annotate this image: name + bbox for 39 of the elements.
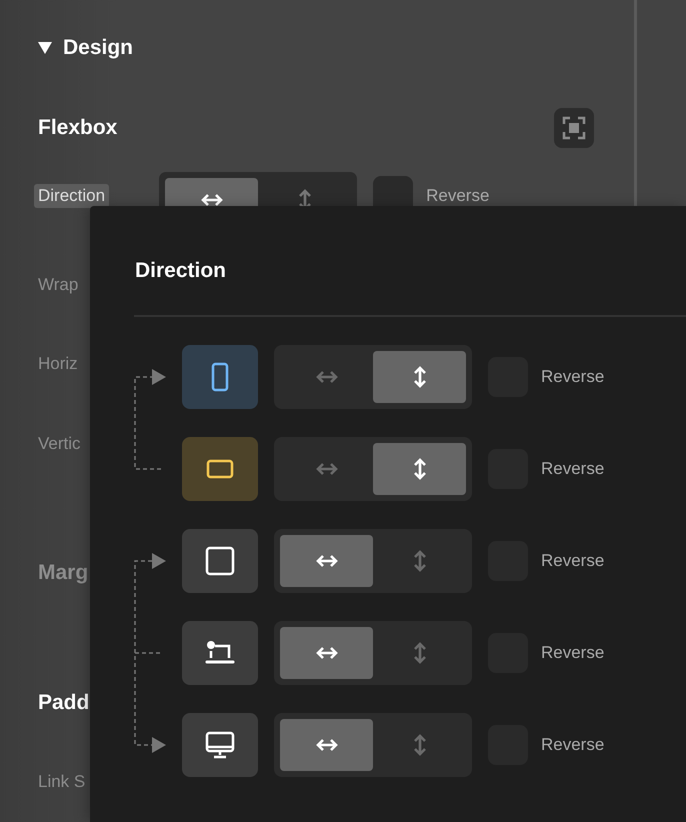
flexbox-heading: Flexbox — [38, 116, 118, 140]
monitor-icon — [204, 729, 236, 761]
horizontal-arrow-icon — [316, 370, 338, 384]
device-button[interactable] — [182, 621, 258, 685]
reverse-label: Reverse — [541, 643, 604, 663]
horizontal-arrow-icon — [316, 462, 338, 476]
square-icon — [204, 545, 236, 577]
group-heading: Marg — [38, 561, 88, 586]
vertical-arrow-icon — [412, 366, 426, 388]
direction-label: Direction — [34, 184, 110, 208]
device-button[interactable] — [182, 345, 258, 409]
field-label: Link S — [38, 772, 86, 792]
focus-frame-icon — [562, 116, 586, 140]
horizontal-arrow-icon — [316, 646, 338, 660]
horizontal-arrow-icon — [316, 554, 338, 568]
collapse-triangle-icon[interactable] — [38, 42, 52, 54]
group-heading: Padd — [38, 690, 90, 715]
section-title: Design — [63, 36, 134, 60]
field-label: Wrap — [38, 274, 78, 295]
field-label: Vertic — [38, 434, 81, 454]
expand-button[interactable] — [554, 108, 594, 148]
field-label: Horiz — [38, 354, 78, 374]
reverse-label: Reverse — [541, 735, 604, 755]
reverse-label: Reverse — [541, 459, 604, 479]
vertical-arrow-icon — [412, 550, 426, 572]
reverse-label: Reverse — [426, 186, 490, 206]
vertical-segment[interactable] — [373, 351, 466, 403]
horizontal-arrow-icon — [316, 738, 338, 752]
vertical-arrow-icon — [412, 734, 426, 756]
device-button[interactable] — [182, 437, 258, 501]
vertical-segment[interactable] — [373, 443, 466, 495]
vertical-arrow-icon — [412, 642, 426, 664]
horizontal-arrow-icon — [200, 192, 223, 207]
vertical-arrow-icon — [412, 458, 426, 480]
reverse-label: Reverse — [541, 367, 604, 387]
device-button[interactable] — [182, 713, 258, 777]
device-button[interactable] — [182, 529, 258, 593]
reverse-label: Reverse — [541, 551, 604, 571]
popover-title: Direction — [134, 259, 228, 283]
